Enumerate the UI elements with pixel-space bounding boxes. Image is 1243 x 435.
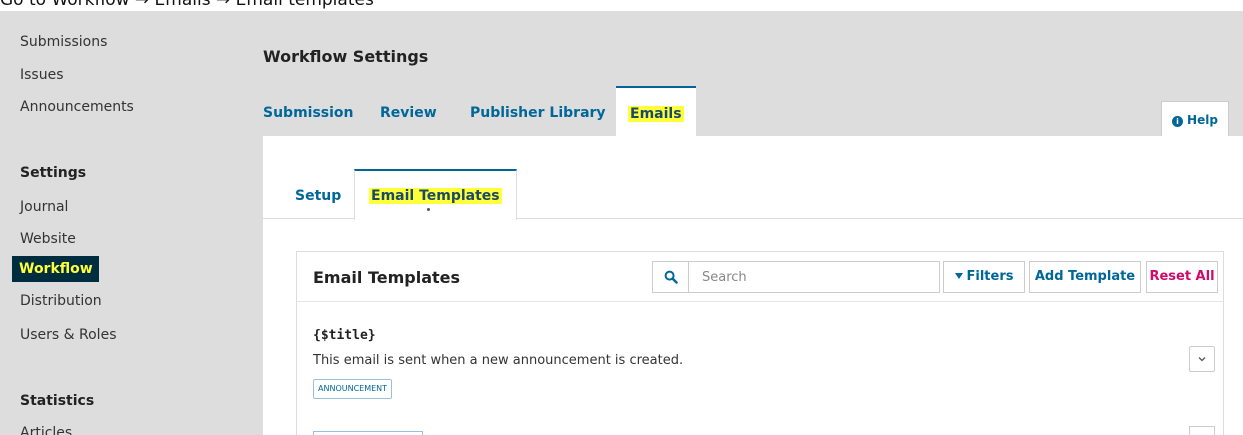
app-shell: Submissions Issues Announcements Setting… (0, 11, 1243, 435)
help-label: Help (1187, 113, 1218, 127)
template-description: This email is sent when a new announceme… (313, 353, 684, 368)
instruction-caption: Go to Workflow → Emails → Email template… (0, 0, 374, 10)
sidebar-item-articles[interactable]: Articles (20, 423, 72, 435)
tab-review[interactable]: Review (380, 86, 437, 136)
card-title: Email Templates (313, 268, 461, 287)
tab-emails-label: Emails (628, 106, 684, 122)
help-button[interactable]: i Help (1161, 101, 1229, 137)
main-panel: Setup Email Templates Email Templates Fi… (263, 136, 1243, 435)
next-row-badge (313, 431, 423, 435)
sidebar-heading-statistics: Statistics (20, 393, 95, 409)
sidebar-item-announcements[interactable]: Announcements (20, 97, 134, 117)
reset-all-button[interactable]: Reset All (1146, 261, 1218, 293)
sidebar-item-distribution[interactable]: Distribution (20, 291, 102, 311)
email-templates-card: Email Templates Filters Add Template Res… (296, 251, 1224, 435)
sidebar-heading-settings: Settings (20, 165, 87, 181)
sidebar-item-users-roles[interactable]: Users & Roles (20, 325, 116, 345)
next-row-expand-button[interactable] (1189, 426, 1215, 435)
filters-button[interactable]: Filters (943, 261, 1025, 293)
template-title: {$title} (313, 328, 376, 343)
sub-tabs: Setup Email Templates (263, 169, 1243, 220)
sidebar-item-workflow[interactable]: Workflow (12, 256, 99, 282)
active-dot (427, 208, 430, 211)
filters-label: Filters (966, 269, 1014, 284)
expand-row-button[interactable] (1189, 346, 1215, 372)
subtab-email-templates-label: Email Templates (369, 188, 502, 204)
template-row: {$title} This email is sent when a new a… (297, 303, 1223, 399)
subtab-setup[interactable]: Setup (295, 169, 341, 219)
help-icon: i (1172, 116, 1184, 127)
sidebar-item-submissions[interactable]: Submissions (20, 32, 107, 52)
sidebar-item-website[interactable]: Website (20, 229, 76, 249)
tab-emails[interactable]: Emails (616, 86, 696, 136)
search-input[interactable] (688, 261, 940, 293)
sidebar-item-issues[interactable]: Issues (20, 65, 64, 85)
sidebar: Submissions Issues Announcements Setting… (0, 11, 240, 435)
search-icon[interactable] (652, 261, 688, 293)
sidebar-item-journal[interactable]: Journal (20, 197, 68, 217)
card-header: Email Templates Filters Add Template Res… (297, 252, 1223, 302)
tab-publisher-library[interactable]: Publisher Library (470, 86, 606, 136)
filter-icon (954, 273, 963, 279)
search-icon-glyph (664, 270, 678, 284)
template-badge: ANNOUNCEMENT (313, 379, 393, 399)
add-template-button[interactable]: Add Template (1029, 261, 1141, 293)
subtab-email-templates[interactable]: Email Templates (354, 169, 517, 220)
page-title: Workflow Settings (263, 47, 429, 66)
tab-submission[interactable]: Submission (263, 86, 354, 136)
chevron-down-icon (1198, 357, 1206, 362)
